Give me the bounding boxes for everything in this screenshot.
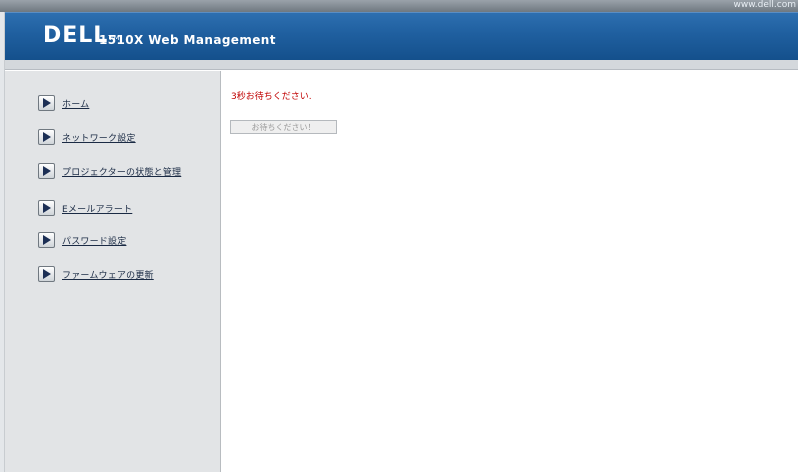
header-banner: DELLTM 1510X Web Management [5, 12, 798, 60]
product-title: 1510X Web Management [99, 33, 276, 47]
header-subbar [5, 60, 798, 70]
sidebar-item-password-settings[interactable]: パスワード設定 [38, 231, 126, 249]
sidebar-item-label[interactable]: ネットワーク設定 [62, 131, 136, 144]
play-arrow-icon[interactable] [38, 266, 55, 282]
sidebar-item-firmware-update[interactable]: ファームウェアの更新 [38, 265, 154, 283]
play-arrow-icon[interactable] [38, 95, 55, 111]
wait-button[interactable]: お待ちください！ [230, 120, 337, 134]
sidebar-item-projector-status[interactable]: プロジェクターの状態と管理 [38, 162, 181, 180]
play-arrow-icon[interactable] [38, 200, 55, 216]
play-arrow-icon[interactable] [38, 129, 55, 145]
sidebar-item-label[interactable]: パスワード設定 [62, 234, 126, 247]
sidebar-item-label[interactable]: プロジェクターの状態と管理 [62, 165, 181, 178]
sidebar-item-network-settings[interactable]: ネットワーク設定 [38, 128, 136, 146]
top-strip: www.dell.com [0, 0, 798, 12]
site-url[interactable]: www.dell.com [734, 0, 796, 11]
sidebar-item-label[interactable]: Eメールアラート [62, 202, 132, 215]
main-content: 3秒お待ちください. お待ちください！ [222, 71, 798, 472]
play-arrow-icon[interactable] [38, 163, 55, 179]
sidebar-item-label[interactable]: ファームウェアの更新 [62, 268, 154, 281]
sidebar-item-home[interactable]: ホーム [38, 94, 89, 112]
sidebar-item-email-alert[interactable]: Eメールアラート [38, 199, 132, 217]
sidebar-item-label[interactable]: ホーム [62, 97, 89, 110]
play-arrow-icon[interactable] [38, 232, 55, 248]
wait-message: 3秒お待ちください. [231, 92, 312, 102]
sidebar: ホーム ネットワーク設定 プロジェクターの状態と管理 Eメールアラート パスワー… [5, 71, 221, 472]
